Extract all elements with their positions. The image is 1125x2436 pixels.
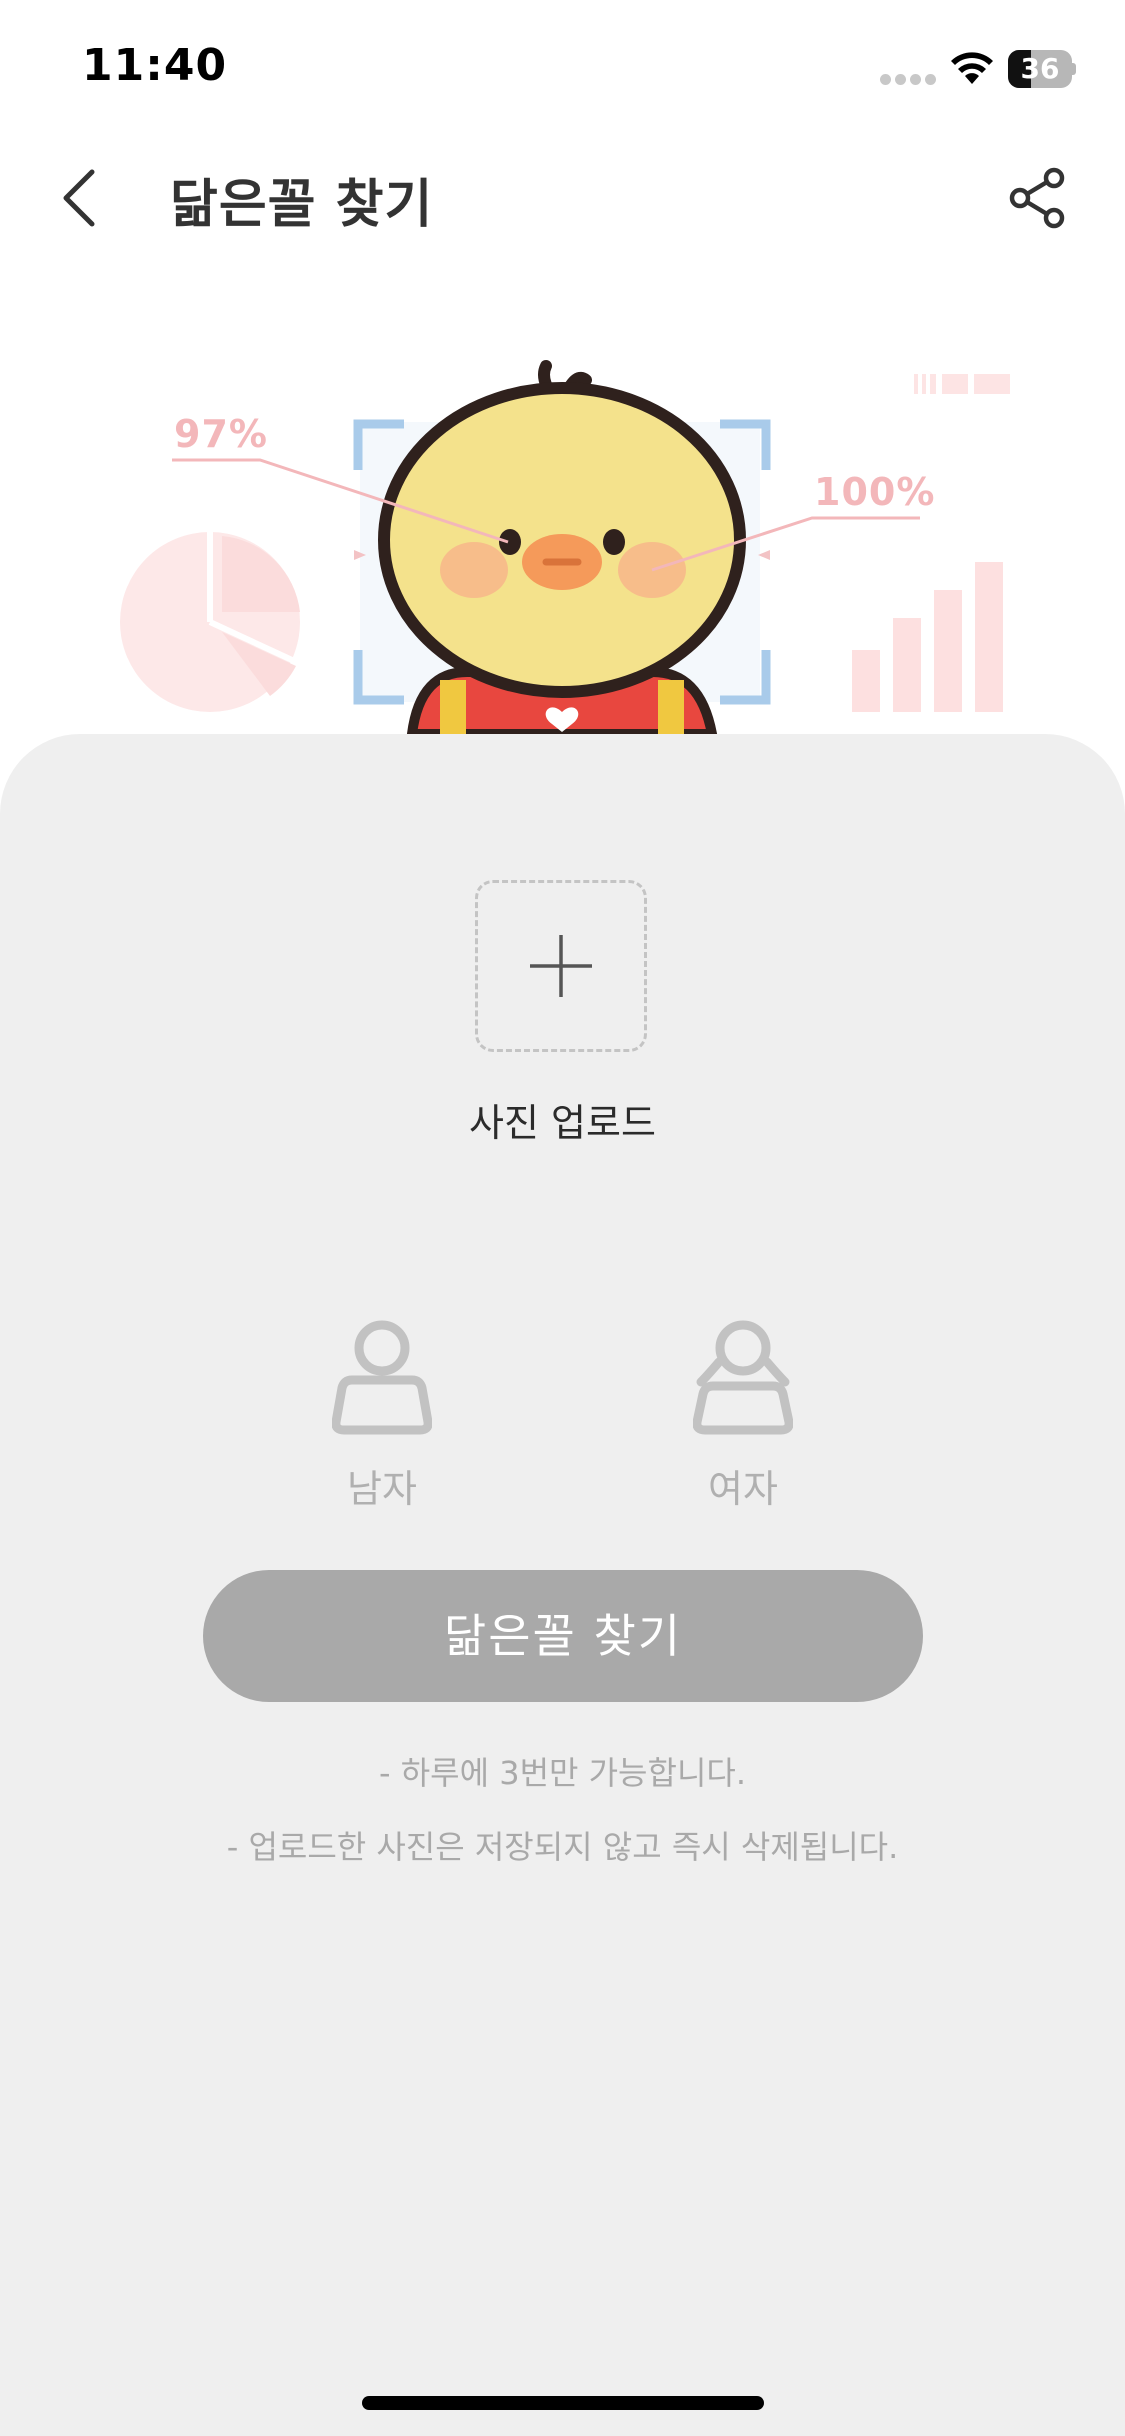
wifi-icon [951,52,993,84]
status-time: 11:40 [82,40,228,91]
chevron-left-icon [63,169,95,227]
cellular-signal-icon [880,74,936,88]
notice-photo-deletion: - 업로드한 사진은 저장되지 않고 즉시 삭제됩니다. [226,1828,899,1866]
bottom-sheet: 사진 업로드 남자 여자 닮은꼴 찾기 - 하루에 3번만 가능합니다. - 업… [0,734,1125,2436]
back-button[interactable] [50,158,110,238]
notice-daily-limit: - 하루에 3번만 가능합니다. [379,1754,746,1792]
gender-male-option[interactable]: 남자 [282,1318,482,1518]
share-icon [1009,167,1065,229]
photo-upload-label: 사진 업로드 [469,1101,656,1145]
photo-upload-button[interactable] [475,880,647,1052]
battery-level: 36 [1020,52,1060,85]
gender-female-option[interactable]: 여자 [643,1318,843,1518]
male-person-icon [332,1320,432,1435]
gender-female-label: 여자 [708,1467,778,1511]
hero-illustration: 97% 100% [0,300,1125,760]
bar-chart-decoration [852,562,1003,712]
match-percent-left: 97% [174,412,268,456]
share-button[interactable] [1006,166,1070,230]
gender-male-label: 남자 [347,1467,417,1511]
female-person-icon [693,1320,793,1435]
match-percent-right: 100% [814,470,936,514]
home-indicator[interactable] [362,2396,764,2410]
plus-icon [530,935,592,997]
find-lookalike-button[interactable]: 닮은꼴 찾기 [203,1570,923,1702]
status-bar: 11:40 36 [0,0,1125,140]
page-title: 닮은꼴 찾기 [170,175,434,235]
battery-icon: 36 [1008,50,1076,88]
pie-chart-decoration [120,532,300,712]
